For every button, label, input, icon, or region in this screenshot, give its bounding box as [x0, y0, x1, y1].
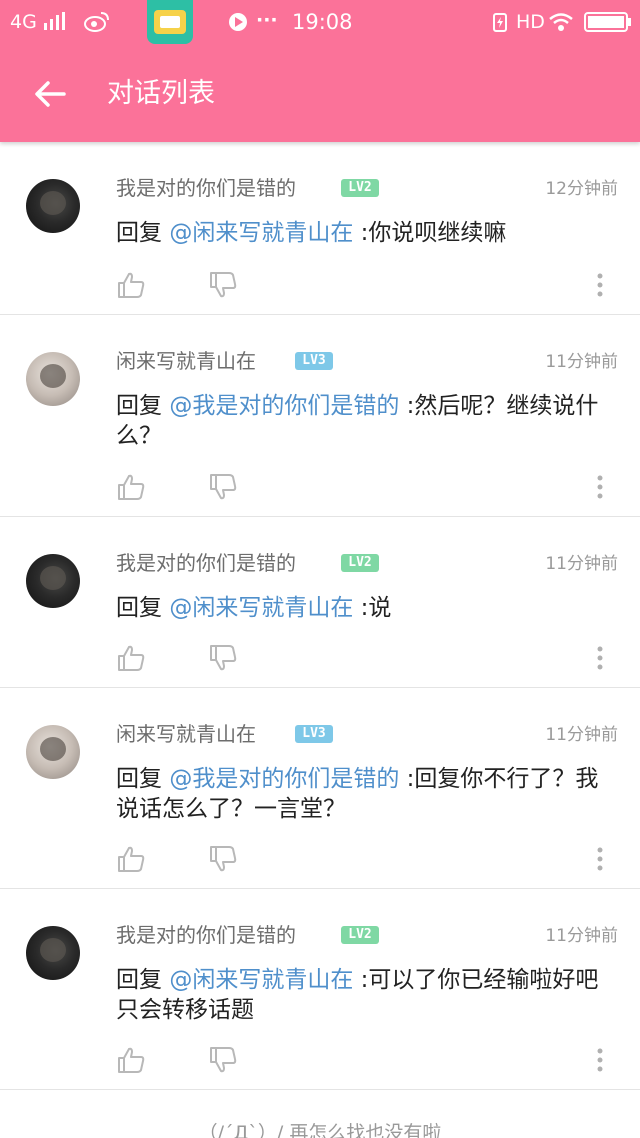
- comment-time: 11分钟前: [545, 725, 618, 745]
- avatar-image: [40, 737, 66, 761]
- thumbs-down-icon[interactable]: [208, 270, 238, 300]
- battery-icon: [584, 12, 631, 32]
- avatar[interactable]: [26, 179, 80, 233]
- more-vertical-icon[interactable]: [588, 270, 612, 300]
- username[interactable]: 我是对的你们是错的: [116, 174, 296, 202]
- mention-link[interactable]: @闲来写就青山在: [169, 595, 353, 621]
- thumbs-down-icon[interactable]: [208, 1045, 238, 1075]
- end-of-list-message: （/´Д`）/ 再怎么找也没有啦: [198, 1122, 442, 1138]
- comment-time: 11分钟前: [545, 352, 618, 372]
- username[interactable]: 闲来写就青山在: [116, 347, 256, 375]
- comment-actions: [0, 844, 640, 874]
- comment-content: 回复 @闲来写就青山在 :说: [116, 593, 616, 623]
- thumbs-down-icon[interactable]: [208, 643, 238, 673]
- username[interactable]: 闲来写就青山在: [116, 720, 256, 748]
- more-vertical-icon[interactable]: [588, 472, 612, 502]
- charging-icon: [493, 13, 507, 32]
- mention-link[interactable]: @我是对的你们是错的: [169, 393, 399, 419]
- comment-content: 回复 @我是对的你们是错的 :回复你不行了？我说话怎么了？一言堂？: [116, 764, 616, 824]
- reply-prefix: 回复: [116, 393, 170, 419]
- avatar-image: [40, 566, 66, 590]
- avatar-image: [40, 191, 66, 215]
- reply-prefix: 回复: [116, 967, 170, 993]
- thumbs-up-icon[interactable]: [116, 844, 146, 874]
- comment-time: 11分钟前: [545, 554, 618, 574]
- thumbs-down-icon[interactable]: [208, 472, 238, 502]
- signal-icon: [44, 12, 65, 30]
- comment-list: 我是对的你们是错的 LV2 12分钟前 回复 @闲来写就青山在 :你说呗继续嘛 …: [0, 142, 640, 1090]
- more-vertical-icon[interactable]: [588, 1045, 612, 1075]
- level-badge: LV2: [341, 926, 379, 944]
- app-notification-icon: [147, 0, 193, 44]
- comment-time: 12分钟前: [545, 179, 618, 199]
- play-notification-icon: [229, 13, 247, 31]
- comment-actions: [0, 1045, 640, 1075]
- page-title: 对话列表: [107, 78, 215, 109]
- app-bar: 对话列表: [0, 44, 640, 142]
- mention-link[interactable]: @闲来写就青山在: [169, 220, 353, 246]
- mention-link[interactable]: @闲来写就青山在: [169, 967, 353, 993]
- avatar-image: [40, 364, 66, 388]
- status-bar: 4G ··· 19:08 HD: [0, 0, 640, 44]
- reply-prefix: 回复: [116, 766, 170, 792]
- comment-text: :你说呗继续嘛: [353, 220, 507, 246]
- username[interactable]: 我是对的你们是错的: [116, 549, 296, 577]
- comment-actions: [0, 472, 640, 502]
- comment-content: 回复 @闲来写就青山在 :可以了你已经输啦好吧只会转移话题: [116, 965, 616, 1025]
- comment-item: 闲来写就青山在 LV3 11分钟前 回复 @我是对的你们是错的 :然后呢？继续说…: [0, 315, 640, 517]
- avatar[interactable]: [26, 554, 80, 608]
- comment-item: 我是对的你们是错的 LV2 11分钟前 回复 @闲来写就青山在 :说: [0, 517, 640, 688]
- comment-item: 我是对的你们是错的 LV2 11分钟前 回复 @闲来写就青山在 :可以了你已经输…: [0, 889, 640, 1090]
- reply-prefix: 回复: [116, 220, 170, 246]
- username[interactable]: 我是对的你们是错的: [116, 921, 296, 949]
- level-badge: LV3: [295, 352, 333, 370]
- network-type: 4G: [10, 11, 37, 33]
- more-vertical-icon[interactable]: [588, 844, 612, 874]
- comment-actions: [0, 270, 640, 300]
- level-badge: LV2: [341, 179, 379, 197]
- thumbs-down-icon[interactable]: [208, 844, 238, 874]
- avatar[interactable]: [26, 725, 80, 779]
- back-arrow-icon[interactable]: [28, 72, 72, 116]
- comment-content: 回复 @闲来写就青山在 :你说呗继续嘛: [116, 218, 616, 248]
- avatar[interactable]: [26, 352, 80, 406]
- comment-item: 我是对的你们是错的 LV2 12分钟前 回复 @闲来写就青山在 :你说呗继续嘛: [0, 142, 640, 315]
- thumbs-up-icon[interactable]: [116, 472, 146, 502]
- comment-content: 回复 @我是对的你们是错的 :然后呢？继续说什么？: [116, 391, 616, 451]
- thumbs-up-icon[interactable]: [116, 1045, 146, 1075]
- wifi-icon: [549, 13, 573, 31]
- avatar[interactable]: [26, 926, 80, 980]
- level-badge: LV3: [295, 725, 333, 743]
- reply-prefix: 回复: [116, 595, 170, 621]
- mention-link[interactable]: @我是对的你们是错的: [169, 766, 399, 792]
- top-bar: 4G ··· 19:08 HD 对话列表: [0, 0, 640, 142]
- hd-indicator: HD: [516, 11, 545, 33]
- comment-item: 闲来写就青山在 LV3 11分钟前 回复 @我是对的你们是错的 :回复你不行了？…: [0, 688, 640, 889]
- thumbs-up-icon[interactable]: [116, 270, 146, 300]
- comment-text: :说: [353, 595, 392, 621]
- comment-time: 11分钟前: [545, 926, 618, 946]
- level-badge: LV2: [341, 554, 379, 572]
- avatar-image: [40, 938, 66, 962]
- thumbs-up-icon[interactable]: [116, 643, 146, 673]
- weibo-icon: [84, 12, 109, 32]
- comment-actions: [0, 643, 640, 673]
- more-vertical-icon[interactable]: [588, 643, 612, 673]
- more-notifications: ···: [256, 9, 278, 31]
- clock: 19:08: [292, 10, 353, 34]
